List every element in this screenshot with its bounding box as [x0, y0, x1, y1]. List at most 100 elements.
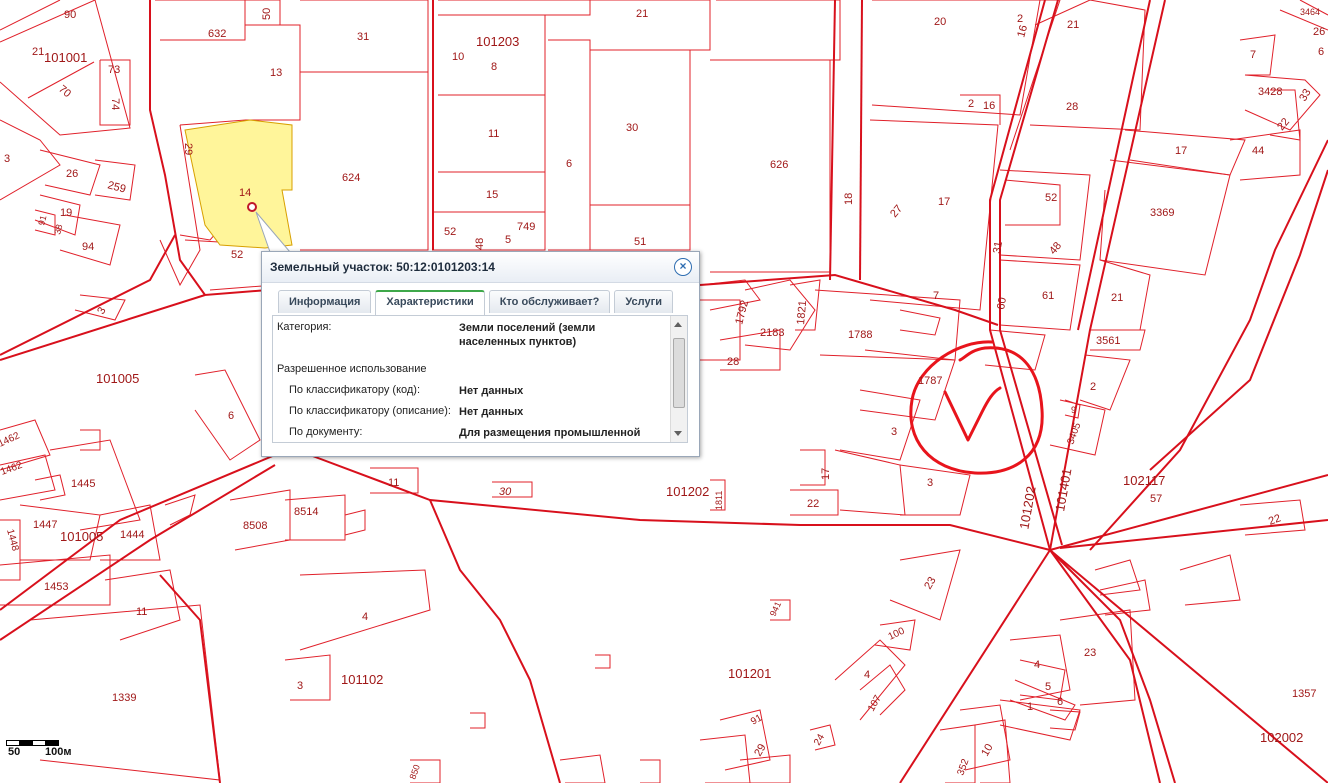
parcel-label: 60 — [995, 296, 1009, 310]
document-label: По документу: — [289, 426, 363, 438]
parcel-label: 29 — [752, 742, 769, 759]
parcel-label: 3405 — [1065, 421, 1083, 446]
parcel-label: 51 — [634, 236, 646, 248]
parcel-label: 14 — [239, 187, 251, 199]
parcel-label: 2 — [1017, 13, 1023, 25]
parcel-label: 13 — [270, 67, 282, 79]
parcel-label: 28 — [727, 356, 739, 368]
parcel-label: 1811 — [714, 491, 724, 510]
parcel-label: 15 — [486, 189, 498, 201]
parcel-label: 6 — [228, 410, 234, 422]
category-value: Земли поселений (земли населенных пункто… — [459, 322, 596, 348]
parcel-label: 101005 — [60, 529, 103, 544]
parcel-label: 101401 — [1052, 467, 1074, 512]
parcel-label: 38 — [52, 223, 64, 235]
parcel-label: 30 — [499, 486, 512, 498]
parcel-label: 632 — [208, 28, 226, 40]
parcel-label: 74 — [109, 98, 121, 110]
parcel-label: 1787 — [918, 375, 942, 387]
tab-info[interactable]: Информация — [278, 290, 372, 313]
parcel-label: 48 — [474, 238, 486, 250]
tab-who-serves[interactable]: Кто обслуживает? — [488, 290, 611, 313]
parcel-label: 6 — [1318, 46, 1324, 58]
parcel-label: 17 — [820, 468, 832, 480]
parcel-label: 1445 — [71, 478, 95, 490]
selected-parcel[interactable] — [184, 119, 293, 249]
scroll-up-icon[interactable] — [674, 322, 682, 327]
scroll-down-icon[interactable] — [674, 431, 682, 436]
parcel-label: 26 — [1313, 26, 1325, 38]
parcel-label: 3 — [95, 305, 108, 316]
parcel-label: 21 — [32, 46, 44, 58]
parcel-label: 107 — [866, 693, 884, 713]
parcel-label: 4 — [1034, 659, 1040, 671]
parcel-label: 91 — [749, 712, 765, 727]
parcel-label: 3428 — [1258, 86, 1282, 98]
parcel-label: 3369 — [1150, 207, 1174, 219]
parcel-label: 11 — [388, 477, 399, 489]
parcel-label: 8514 — [294, 506, 318, 518]
parcel-label: 16 — [1015, 24, 1030, 39]
classifier-code-label: По классификатору (код): — [289, 384, 421, 396]
parcel-label: 624 — [342, 172, 360, 184]
parcel-label: 5 — [505, 234, 511, 246]
popup-header: Земельный участок: 50:12:0101203:14 × — [262, 252, 699, 283]
parcel-label: 23 — [922, 575, 939, 592]
scale-bar: 50 100м — [6, 740, 82, 776]
tab-services[interactable]: Услуги — [614, 290, 673, 313]
parcel-label: 3 — [297, 680, 303, 692]
parcel-label: 1 — [1027, 701, 1033, 713]
tab-characteristics[interactable]: Характеристики — [375, 290, 485, 315]
parcel-label: 2 — [968, 98, 974, 110]
parcel-label: 7 — [1250, 49, 1256, 61]
parcel-label: 29 — [182, 143, 194, 155]
parcel-label: 30 — [626, 122, 638, 134]
parcel-label: 1462 — [0, 430, 22, 450]
allowed-use-heading: Разрешенное использование — [277, 363, 427, 375]
parcel-label: 57 — [1150, 493, 1162, 505]
parcel-label: 21 — [636, 8, 648, 20]
parcel-label: 19 — [60, 207, 72, 219]
parcel-label: 2183 — [760, 327, 784, 339]
parcel-label: 749 — [517, 221, 535, 233]
parcel-label: 101203 — [476, 34, 519, 49]
parcel-label: 44 — [1252, 145, 1264, 157]
parcel-label: 4 — [864, 669, 870, 681]
parcel-label: 1788 — [848, 329, 872, 341]
scale-label-100: 100м — [45, 746, 72, 758]
parcel-label: 28 — [1066, 101, 1078, 113]
parcel-label: 7 — [933, 290, 939, 302]
classifier-code-value: Нет данных — [459, 385, 524, 397]
parcel-marker-icon[interactable] — [247, 202, 257, 212]
scroll-thumb[interactable] — [673, 338, 685, 408]
parcel-label: 22 — [807, 498, 819, 510]
parcel-label: 52 — [231, 249, 243, 261]
parcel-label: 6 — [1057, 696, 1063, 708]
close-icon[interactable]: × — [674, 258, 692, 276]
parcel-label: 101001 — [44, 50, 87, 65]
parcel-label: 31 — [357, 31, 369, 43]
parcel-label: 23 — [1084, 647, 1096, 659]
scale-label-50: 50 — [8, 746, 21, 758]
parcel-label: 352 — [955, 757, 971, 777]
parcel-label: 20 — [934, 16, 946, 28]
parcel-label: 101202 — [1016, 485, 1038, 530]
parcel-label: 61 — [1042, 290, 1054, 302]
parcel-label: 1448 — [4, 528, 20, 553]
popup-title: Земельный участок: 50:12:0101203:14 — [270, 260, 495, 274]
parcel-label: 52 — [444, 226, 456, 238]
parcel-label: 5 — [1045, 681, 1051, 693]
scale-segment — [32, 740, 46, 746]
panel-scrollbar[interactable] — [670, 316, 687, 442]
parcel-label: 10 — [452, 51, 464, 63]
parcel-label: 48 — [1047, 240, 1064, 257]
parcel-label: 24 — [812, 732, 827, 748]
parcel-label: 10 — [979, 742, 996, 759]
parcel-label: 18 — [843, 193, 855, 205]
parcel-label: 70 — [56, 83, 73, 100]
classifier-desc-label: По классификатору (описание): — [289, 405, 451, 417]
parcel-label: 21 — [1067, 19, 1079, 31]
parcel-label: 1447 — [33, 519, 57, 531]
parcel-label: 17 — [938, 196, 950, 208]
parcel-label: 1821 — [795, 300, 809, 325]
